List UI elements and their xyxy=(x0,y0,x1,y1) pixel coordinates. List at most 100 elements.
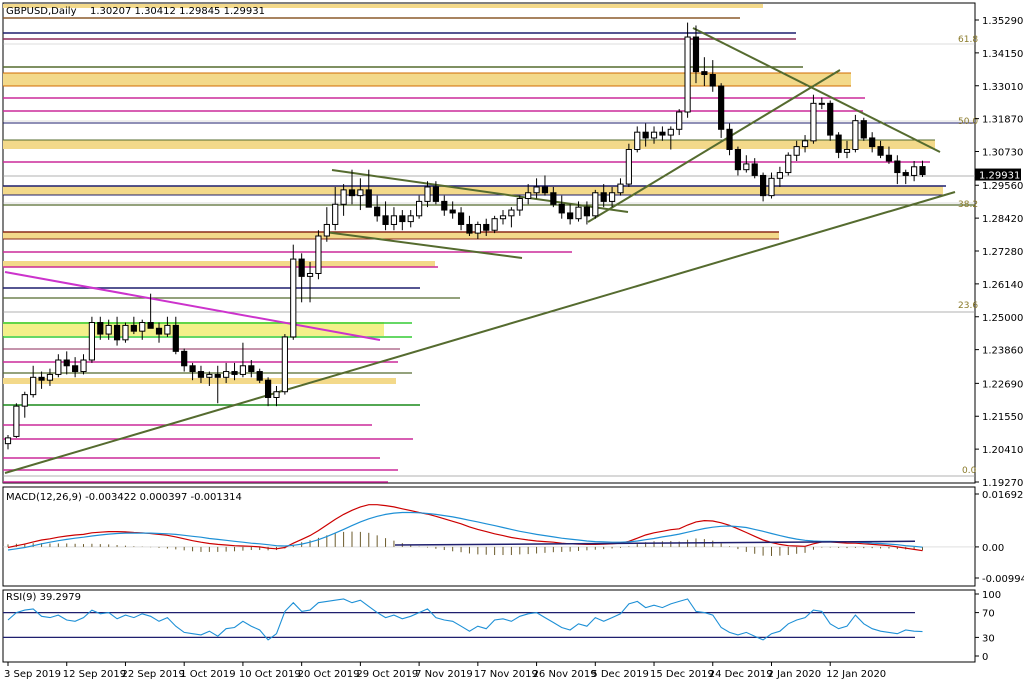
rsi-tick-label: 0 xyxy=(982,652,988,663)
candle-body xyxy=(147,322,154,329)
candle-body xyxy=(306,272,314,277)
candle-body xyxy=(21,394,28,407)
candle-body xyxy=(273,391,280,399)
candle-body xyxy=(340,189,347,205)
candle-body xyxy=(256,371,263,381)
candle-body xyxy=(374,206,381,217)
candle-body xyxy=(424,186,431,202)
last-price-marker: 1.29931 xyxy=(975,168,1021,182)
time-tick-label: 26 Nov 2019 xyxy=(533,669,597,680)
rsi-tick-label: 100 xyxy=(982,590,1001,601)
candle-body xyxy=(281,336,288,393)
candle-body xyxy=(172,324,179,352)
candle-body xyxy=(902,172,909,176)
candle-body xyxy=(877,146,884,156)
price-tick-label: 1.22690 xyxy=(982,379,1023,390)
candle-body xyxy=(449,209,456,214)
candle-body xyxy=(97,322,104,335)
candle-body xyxy=(491,218,498,231)
time-tick-label: 15 Dec 2019 xyxy=(650,669,714,680)
candle-body xyxy=(130,324,137,332)
candle-body xyxy=(583,206,591,217)
candle-body xyxy=(608,192,616,202)
candle-body xyxy=(860,120,867,139)
candle-body xyxy=(223,371,230,378)
price-tick-label: 1.29560 xyxy=(982,181,1023,192)
candle-body xyxy=(80,359,87,373)
candle-body xyxy=(499,215,507,220)
candle-body xyxy=(533,186,540,194)
candle-body xyxy=(676,111,683,130)
rsi-tick-label: 30 xyxy=(982,633,995,644)
candle-body xyxy=(206,373,213,378)
price-axis: 1.35290 1.34150 1.33010 1.31870 1.30730 1.295… xyxy=(975,16,1023,489)
candle-body xyxy=(827,102,834,136)
macd-tick-label: -0.009949 xyxy=(982,574,1024,585)
candle-body xyxy=(785,154,792,174)
candle-body xyxy=(365,189,372,208)
candle-body xyxy=(835,134,842,153)
candle-body xyxy=(122,324,129,341)
candle-body xyxy=(592,192,599,217)
candle-body xyxy=(642,131,649,139)
price-tick-label: 1.20410 xyxy=(982,445,1023,456)
candle-body xyxy=(869,137,876,148)
fib-label: 23.6 xyxy=(958,301,978,311)
candle-body xyxy=(382,215,389,225)
candle-body xyxy=(718,85,725,130)
chart-title: GBPUSD,Daily xyxy=(6,6,77,17)
candle-body xyxy=(63,359,70,367)
candle-body xyxy=(474,223,481,234)
price-tick-label: 1.26140 xyxy=(982,280,1023,291)
candle-body xyxy=(181,350,188,367)
time-tick-label: 17 Nov 2019 xyxy=(474,669,538,680)
candle-body xyxy=(441,200,448,211)
time-tick-label: 3 Sep 2019 xyxy=(4,669,61,680)
candle-body xyxy=(46,373,54,381)
time-tick-label: 12 Jan 2020 xyxy=(826,669,886,680)
time-tick-label: 24 Dec 2019 xyxy=(709,669,773,680)
fib-label: 0.0 xyxy=(962,466,977,476)
candle-body xyxy=(432,186,439,202)
price-tick-label: 1.21550 xyxy=(982,412,1023,423)
candle-body xyxy=(508,209,515,217)
candle-body xyxy=(298,258,305,277)
candle-body xyxy=(72,365,79,373)
candle-body xyxy=(323,223,330,237)
candle-body xyxy=(760,174,767,197)
ohlc-header: 1.30207 1.30412 1.29845 1.29931 xyxy=(90,6,265,17)
rsi-tick-label: 70 xyxy=(982,609,995,620)
time-tick-label: 22 Sep 2019 xyxy=(121,669,184,680)
candle-body xyxy=(457,212,465,225)
candle-body xyxy=(567,212,574,220)
candle-body xyxy=(726,128,733,150)
candle-body xyxy=(290,258,297,338)
candle-body xyxy=(113,324,121,341)
candle-body xyxy=(541,186,549,194)
candle-body xyxy=(894,160,901,174)
candle-body xyxy=(919,166,926,176)
candle-body xyxy=(801,140,809,148)
candle-body xyxy=(911,166,918,176)
time-tick-label: 20 Oct 2019 xyxy=(298,669,360,680)
candle-body xyxy=(852,120,859,150)
candle-body xyxy=(768,177,775,197)
candle-body xyxy=(550,192,557,205)
candle-body xyxy=(734,148,742,171)
candle-body xyxy=(105,324,112,335)
candle-body xyxy=(231,371,238,375)
time-tick-label: 2 Jan 2020 xyxy=(767,669,821,680)
candle-body xyxy=(155,327,163,335)
candle-body xyxy=(88,322,96,361)
price-tick-label: 1.35290 xyxy=(982,16,1023,27)
candle-body xyxy=(264,379,272,399)
candle-body xyxy=(248,365,255,373)
candle-body xyxy=(348,189,356,197)
rsi-title: RSI(9) 39.2979 xyxy=(6,592,81,603)
candle-body xyxy=(667,128,674,136)
price-tick-label: 1.34150 xyxy=(982,49,1023,60)
macd-tick-label: 0.016925 xyxy=(982,490,1024,501)
price-tick-label: 1.25000 xyxy=(982,313,1023,324)
candle-body xyxy=(659,131,666,136)
candle-body xyxy=(214,373,221,378)
